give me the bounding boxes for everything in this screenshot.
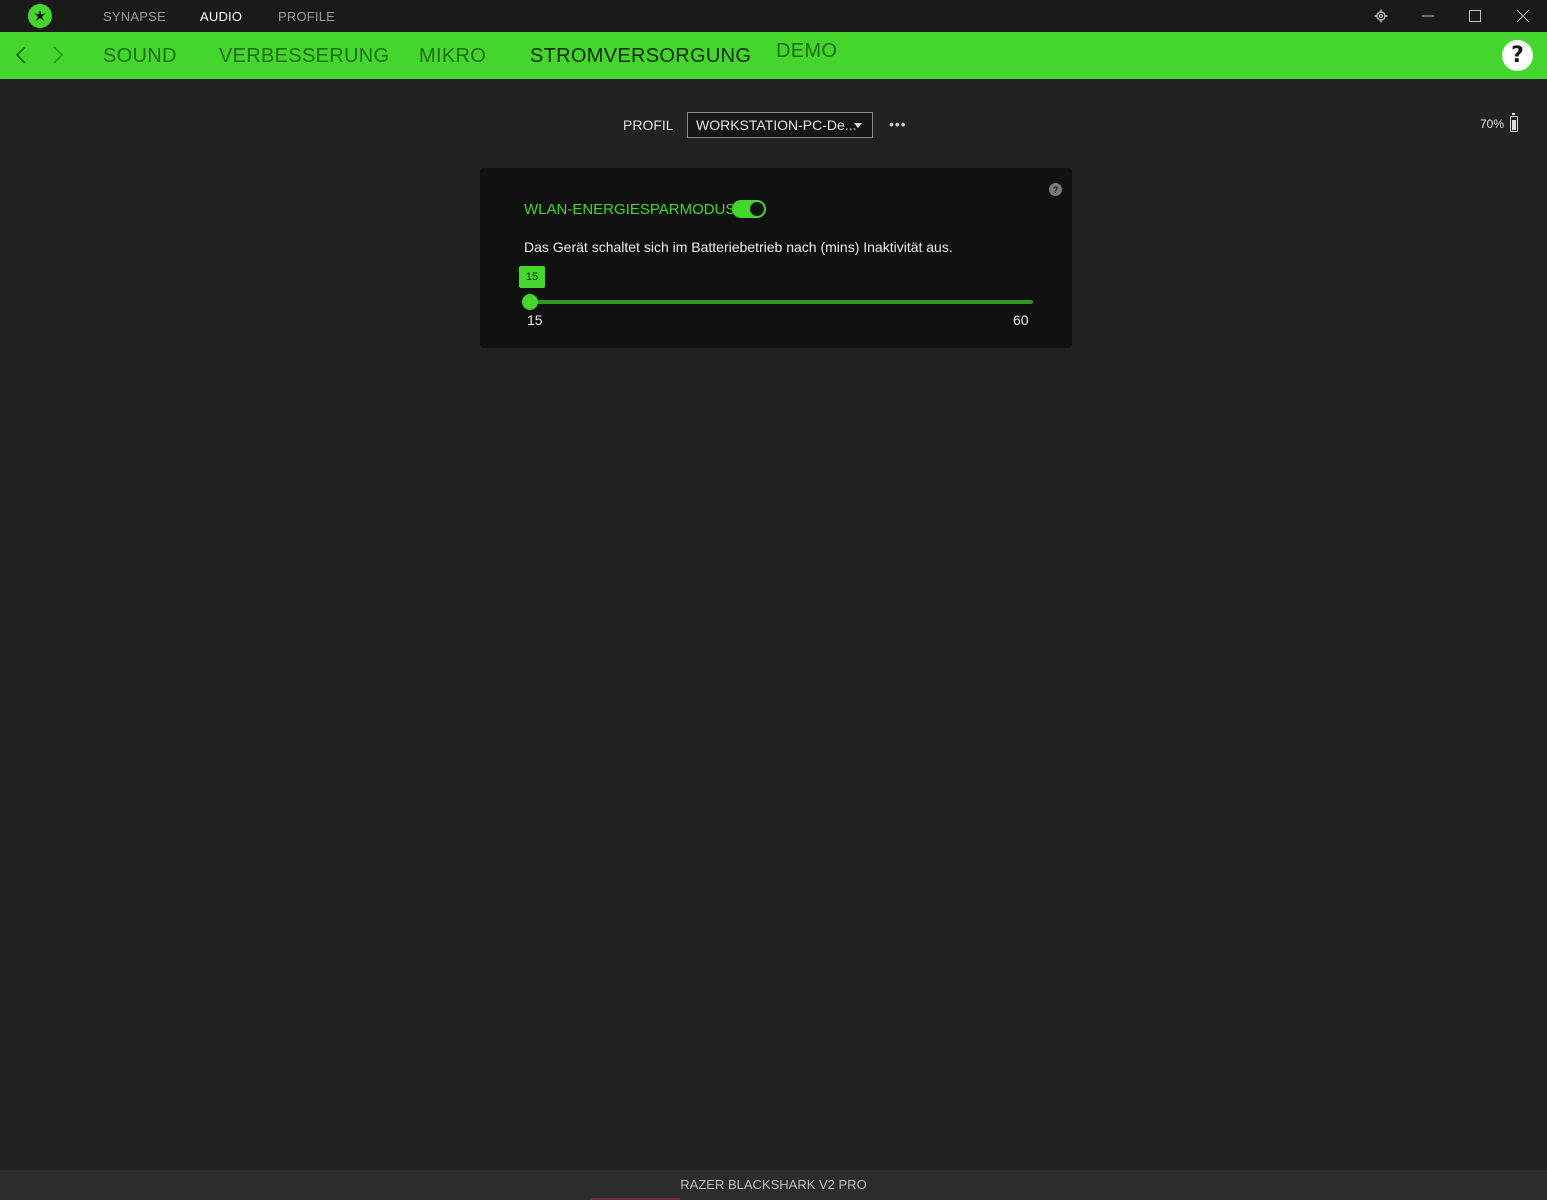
tab-mikro[interactable]: MIKRO (419, 45, 486, 68)
tab-synapse[interactable]: SYNAPSE (103, 9, 166, 24)
tab-sound[interactable]: SOUND (103, 45, 177, 68)
close-icon[interactable] (1513, 6, 1533, 26)
maximize-icon[interactable] (1465, 6, 1485, 26)
toggle-knob (750, 202, 764, 216)
forward-arrow-icon[interactable] (48, 44, 68, 66)
sub-navigation-bar: SOUND VERBESSERUNG MIKRO STROMVERSORGUNG… (0, 32, 1547, 79)
minimize-icon[interactable] (1418, 6, 1438, 26)
device-footer: RAZER BLACKSHARK V2 PRO (0, 1170, 1547, 1200)
slider-max-label: 60 (1013, 312, 1029, 328)
power-saving-description: Das Gerät schaltet sich im Batteriebetri… (524, 239, 953, 255)
slider-thumb[interactable] (522, 294, 538, 310)
back-arrow-icon[interactable] (11, 44, 31, 66)
tab-stromversorgung[interactable]: STROMVERSORGUNG (530, 45, 751, 68)
more-options-button[interactable]: ••• (889, 116, 907, 132)
power-saving-toggle[interactable] (732, 200, 766, 218)
tab-audio[interactable]: AUDIO (200, 9, 242, 24)
settings-gear-icon[interactable] (1371, 6, 1391, 26)
battery-status: 70% (1480, 113, 1519, 132)
slider-value-tooltip: 15 (519, 266, 545, 288)
wireless-power-saving-card: ? WLAN-ENERGIESPARMODUS Das Gerät schalt… (480, 168, 1072, 348)
chevron-down-icon (854, 123, 862, 128)
card-help-icon[interactable]: ? (1049, 183, 1062, 196)
slider-min-label: 15 (527, 312, 543, 328)
help-icon[interactable]: ? (1502, 40, 1533, 71)
battery-icon (1510, 113, 1519, 132)
power-saving-title: WLAN-ENERGIESPARMODUS (524, 201, 736, 218)
profile-label: PROFIL (623, 117, 674, 133)
tab-profile[interactable]: PROFILE (278, 9, 335, 24)
profile-dropdown[interactable]: WORKSTATION-PC-De... (687, 112, 873, 138)
inactivity-slider[interactable] (522, 294, 1033, 310)
tab-verbesserung[interactable]: VERBESSERUNG (219, 45, 389, 68)
razer-logo-icon[interactable] (28, 4, 52, 28)
battery-percent: 70% (1480, 117, 1505, 131)
tab-demo[interactable]: DEMO (776, 40, 837, 63)
title-bar: SYNAPSE AUDIO PROFILE (0, 0, 1547, 32)
profile-selected-value: WORKSTATION-PC-De... (696, 117, 857, 133)
device-name[interactable]: RAZER BLACKSHARK V2 PRO (0, 1177, 1547, 1192)
